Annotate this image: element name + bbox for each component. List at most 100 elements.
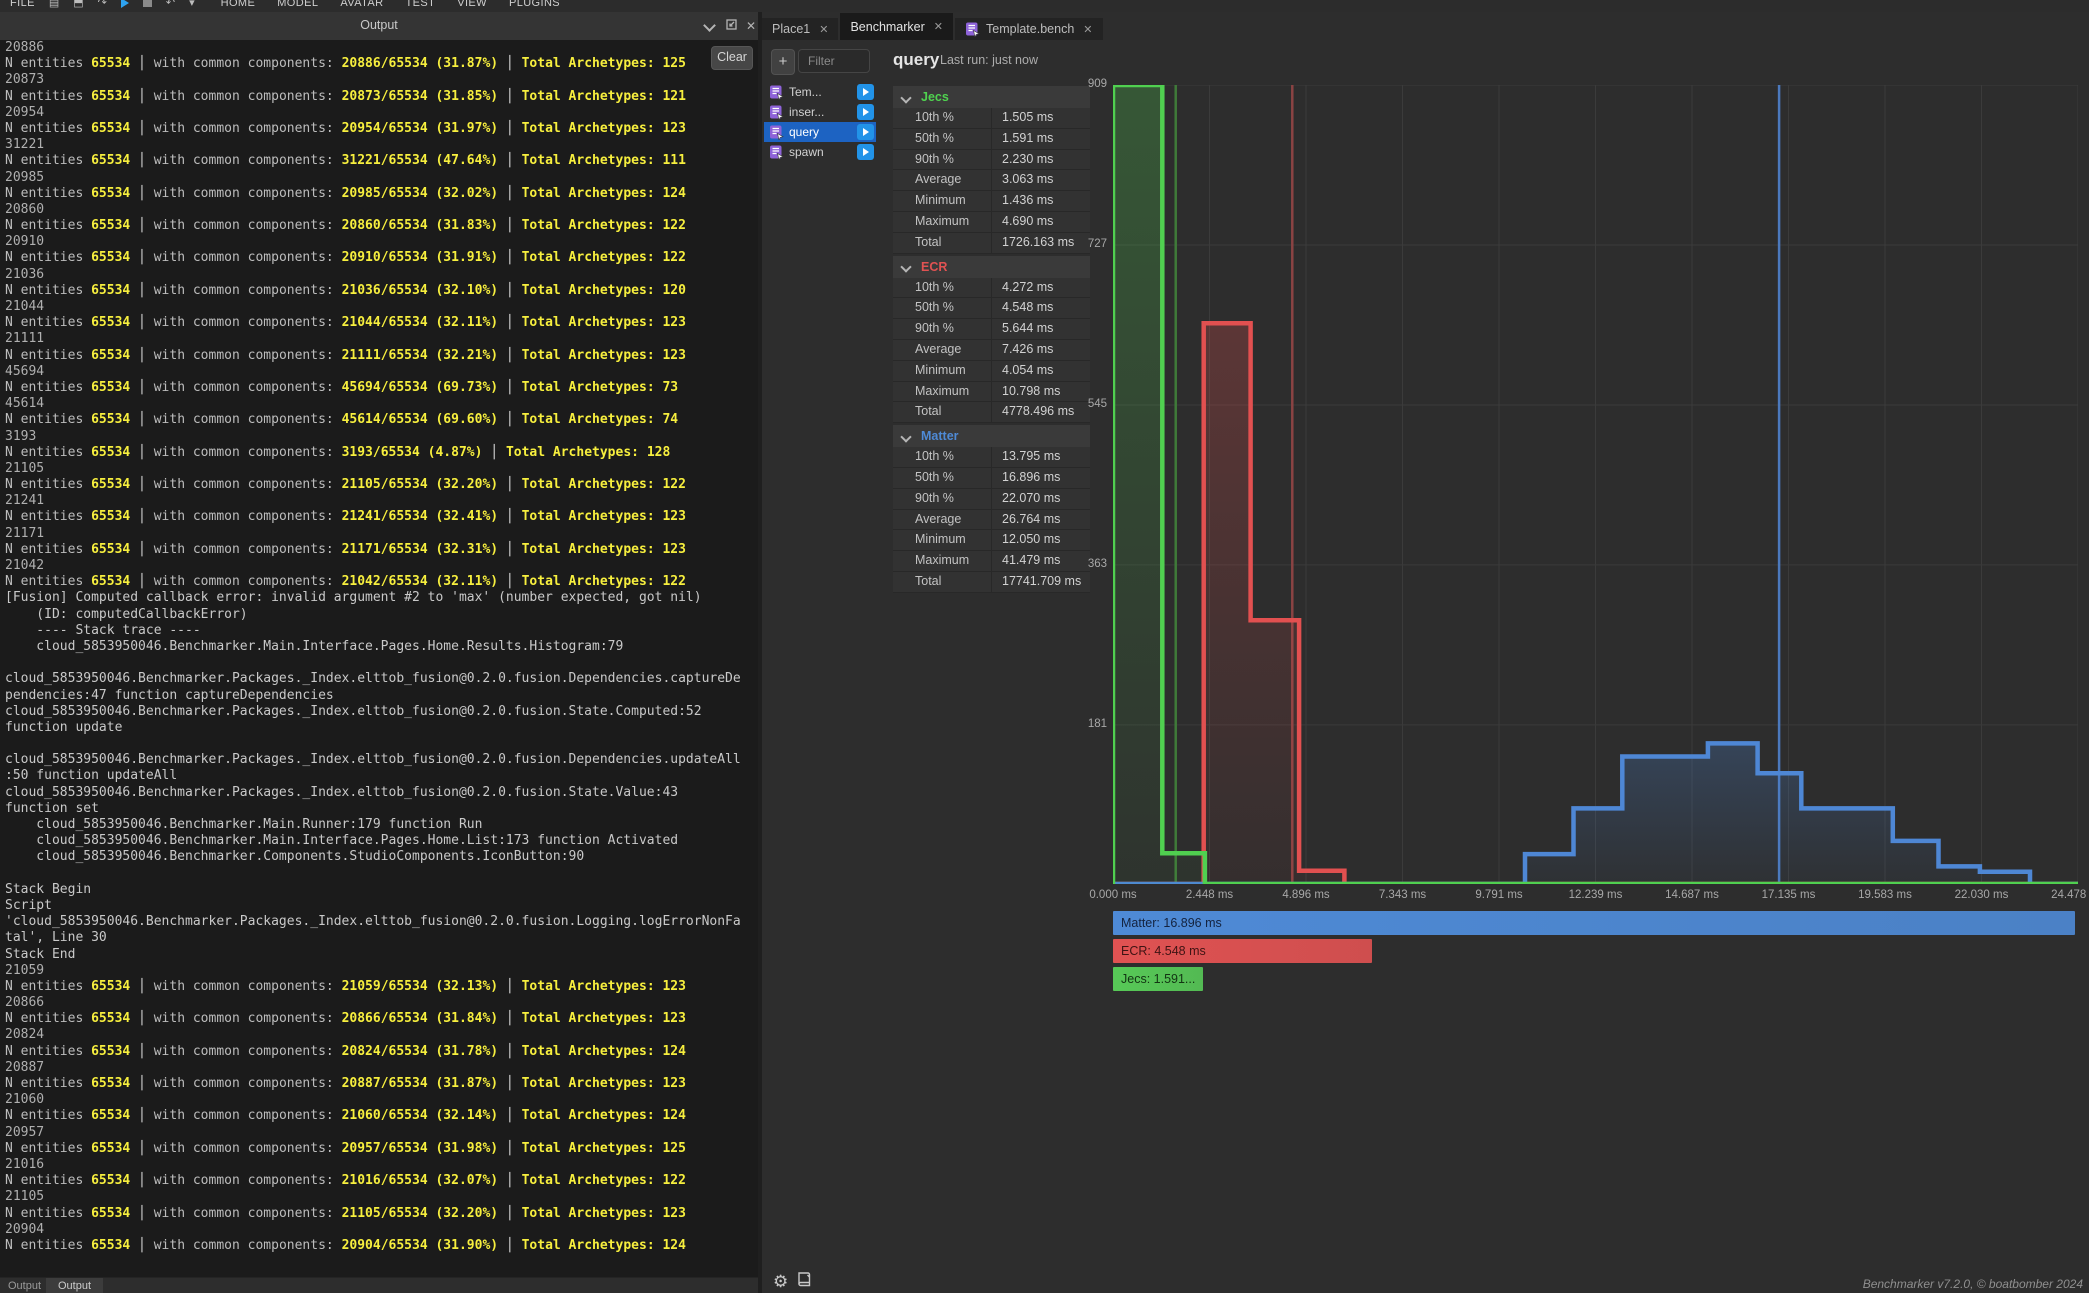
ribbon-tab-model[interactable]: MODEL [277,0,318,9]
console-log-line: N entities 65534 │ with common component… [0,56,758,72]
stop-icon[interactable] [143,0,152,7]
run-benchmark-button[interactable] [857,104,874,120]
console-error-line [0,736,758,752]
console-error-line: :50 function updateAll [0,768,758,784]
ribbon-tab-test[interactable]: TEST [406,0,436,9]
console-number-line: 21171 [0,526,758,542]
dock-icon[interactable] [723,19,739,33]
stat-row: 10th %4.272 ms [893,278,1090,299]
x-tick-label: 24.478 ms [2033,889,2089,901]
play-icon[interactable] [121,0,129,8]
console-log-line: N entities 65534 │ with common component… [0,979,758,995]
caret-down-icon[interactable]: ▾ [189,0,195,9]
collapse-chevron-icon[interactable] [701,19,717,33]
close-icon[interactable]: ✕ [743,19,759,33]
last-run-label: Last run: just now [940,53,1038,67]
stat-row: Total17741.709 ms [893,572,1090,593]
run-benchmark-button[interactable] [857,124,874,140]
console-log-line: N entities 65534 │ with common component… [0,283,758,299]
y-tick-label: 909 [1047,78,1107,90]
ribbon-tabs: HOME MODEL AVATAR TEST VIEW PLUGINS [221,0,560,9]
stat-row: 50th %16.896 ms [893,468,1090,489]
studio-window: FILE ▤ ⬒ ↷ ↶ ▾ HOME MODEL AVATAR TEST VIEW PL… [0,0,2089,1293]
run-benchmark-button[interactable] [857,84,874,100]
ribbon-tab-plugins[interactable]: PLUGINS [509,0,560,9]
run-benchmark-button[interactable] [857,144,874,160]
benchmark-item-query[interactable]: query [764,122,876,142]
add-benchmark-button[interactable]: + [771,49,795,75]
benchmark-item-Tem[interactable]: Tem... [764,82,876,102]
console-number-line: 21105 [0,461,758,477]
x-tick-label: 4.896 ms [1261,889,1351,901]
script-icon [769,85,784,100]
console-number-line: 21060 [0,1092,758,1108]
console-number-line: 20873 [0,72,758,88]
script-icon [965,22,980,37]
output-console[interactable]: 20886N entities 65534 │ with common comp… [0,40,758,1277]
settings-gear-icon[interactable]: ⚙ [773,1272,788,1292]
legend-bar-matter: Matter: 16.896 ms [1113,911,2075,935]
stats-section-header-ecr[interactable]: ECR [893,256,1090,278]
redo-icon[interactable]: ↷ [98,0,107,9]
tab-close-icon[interactable]: ✕ [819,23,828,36]
console-number-line: 20824 [0,1027,758,1043]
ribbon-tab-avatar[interactable]: AVATAR [340,0,383,9]
stat-row: Average3.063 ms [893,170,1090,191]
console-error-line: ---- Stack trace ---- [0,623,758,639]
stat-row: Minimum1.436 ms [893,191,1090,212]
doc-tab-benchmarker[interactable]: Benchmarker✕ [840,13,953,40]
tab-close-icon[interactable]: ✕ [1083,23,1092,36]
benchmark-item-inser[interactable]: inser... [764,102,876,122]
paste-icon[interactable]: ▤ [49,0,59,9]
console-number-line: 21016 [0,1157,758,1173]
console-error-line: cloud_5853950046.Benchmarker.Main.Interf… [0,833,758,849]
x-tick-label: 0.000 ms [1068,889,1158,901]
save-icon[interactable]: ⬒ [73,0,83,9]
output-bottom-bar: Output Output [0,1277,758,1293]
console-number-line: 20866 [0,995,758,1011]
ribbon-tab-view[interactable]: VIEW [457,0,487,9]
output-tab[interactable]: Output [46,1278,103,1293]
console-number-line: 20957 [0,1125,758,1141]
clear-button[interactable]: Clear [711,46,753,70]
console-log-line: N entities 65534 │ with common component… [0,186,758,202]
x-tick-label: 12.239 ms [1551,889,1641,901]
undo-icon[interactable]: ↶ [166,0,175,9]
console-log-line: N entities 65534 │ with common component… [0,348,758,364]
script-icon [769,125,784,140]
benchmark-item-spawn[interactable]: spawn [764,142,876,162]
console-log-line: N entities 65534 │ with common component… [0,250,758,266]
stats-section-header-matter[interactable]: Matter [893,425,1090,447]
x-tick-label: 17.135 ms [1744,889,1834,901]
console-number-line: 20954 [0,105,758,121]
console-number-line: 21059 [0,963,758,979]
x-tick-label: 14.687 ms [1647,889,1737,901]
x-tick-label: 7.343 ms [1358,889,1448,901]
console-error-line: cloud_5853950046.Benchmarker.Packages._I… [0,752,758,768]
console-error-line: [Fusion] Computed callback error: invali… [0,590,758,606]
file-menu[interactable]: FILE [10,0,35,9]
doc-tab-template-bench[interactable]: Template.bench✕ [955,18,1102,40]
console-number-line: 20985 [0,170,758,186]
console-log-line: N entities 65534 │ with common component… [0,1108,758,1124]
x-tick-label: 19.583 ms [1840,889,1930,901]
console-log-line: N entities 65534 │ with common component… [0,153,758,169]
console-number-line: 20887 [0,1060,758,1076]
console-error-line: cloud_5853950046.Benchmarker.Packages._I… [0,785,758,801]
console-log-line: N entities 65534 │ with common component… [0,1173,758,1189]
console-error-line: pendencies:47 function captureDependenci… [0,688,758,704]
filter-input[interactable]: Filter [798,49,870,73]
output-status-label: Output [8,1280,41,1292]
docs-book-icon[interactable] [796,1271,813,1293]
console-error-line: 'cloud_5853950046.Benchmarker.Packages._… [0,914,758,930]
doc-tab-place1[interactable]: Place1✕ [762,18,838,40]
console-number-line: 20886 [0,40,758,56]
console-error-line [0,866,758,882]
console-number-line: 21241 [0,493,758,509]
console-number-line: 3193 [0,429,758,445]
ribbon-tab-home[interactable]: HOME [221,0,256,9]
console-error-line: cloud_5853950046.Benchmarker.Packages._I… [0,704,758,720]
console-error-line: function update [0,720,758,736]
script-icon [769,105,784,120]
tab-close-icon[interactable]: ✕ [934,20,943,33]
